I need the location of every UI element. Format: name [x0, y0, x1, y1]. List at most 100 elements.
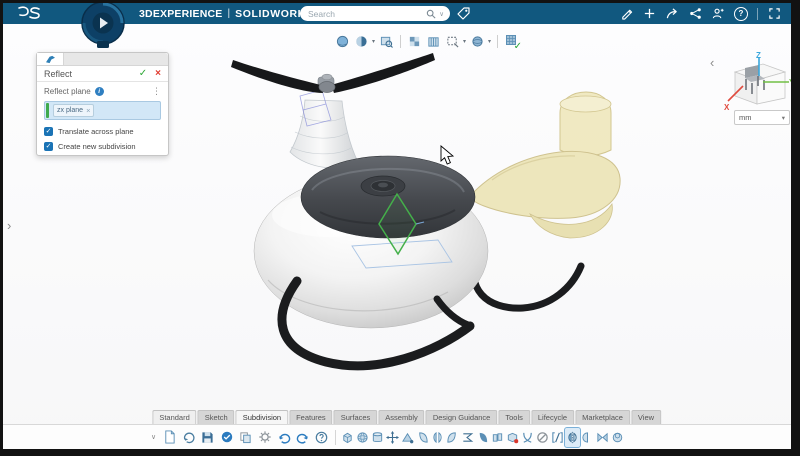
- view-options-caret-icon[interactable]: ▾: [488, 38, 491, 45]
- shaded-view-icon[interactable]: [335, 34, 350, 49]
- bend-body-icon[interactable]: [520, 428, 535, 447]
- share-nodes-icon[interactable]: [688, 7, 702, 21]
- new-content-icon[interactable]: [160, 428, 179, 447]
- search-scope-caret-icon[interactable]: ∨: [439, 10, 444, 18]
- bridge-faces-icon[interactable]: [490, 428, 505, 447]
- more-options-icon[interactable]: ⋮: [152, 86, 161, 97]
- primitive-sphere-icon[interactable]: [355, 428, 370, 447]
- help-icon[interactable]: ?: [734, 7, 748, 21]
- view-cube[interactable]: Z Y X: [723, 52, 791, 116]
- reflect-tool-tab[interactable]: [37, 53, 64, 65]
- symmetrize-icon[interactable]: [595, 428, 610, 447]
- action-bar-expander-icon[interactable]: ∨: [151, 433, 156, 441]
- mouse-cursor: [441, 146, 453, 164]
- action-bar-tabs: Standard Sketch Subdivision Features Sur…: [152, 410, 662, 424]
- show-hide-icon[interactable]: [407, 34, 422, 49]
- search-input[interactable]: [300, 9, 426, 19]
- confirm-icon[interactable]: ✓: [139, 68, 147, 79]
- save-icon[interactable]: [198, 428, 217, 447]
- reflect-tool-icon: [45, 55, 56, 64]
- tab-design-guidance[interactable]: Design Guidance: [426, 410, 498, 424]
- share-arrow-icon[interactable]: [665, 7, 679, 21]
- swym-community-icon[interactable]: [711, 7, 725, 21]
- split-symmetry-icon[interactable]: [550, 428, 565, 447]
- topbar-divider: [757, 8, 758, 20]
- reflect-panel-header: Reflect ✓ ×: [37, 66, 168, 82]
- checkbox-checked-icon[interactable]: ✓: [44, 142, 53, 151]
- fullscreen-icon[interactable]: [767, 7, 781, 21]
- save-with-options-icon[interactable]: [217, 428, 236, 447]
- tags-icon[interactable]: [456, 6, 471, 21]
- app-window: 3DEXPERIENCE | SOLIDWORKS 3D Sculptor ∨ …: [0, 0, 800, 456]
- tab-tools[interactable]: Tools: [498, 410, 530, 424]
- 3d-viewport[interactable]: ▾ ▾ ▾ ✓: [3, 24, 791, 449]
- add-icon[interactable]: [642, 7, 656, 21]
- drone-neck: [290, 90, 358, 168]
- panel-title: Reflect: [44, 69, 72, 79]
- units-value: mm: [739, 113, 752, 122]
- action-bar-divider: [335, 430, 336, 445]
- checkbox-checked-icon[interactable]: ✓: [44, 127, 53, 136]
- reflect-plane-label: Reflect plane: [44, 87, 91, 96]
- fill-face-icon[interactable]: [475, 428, 490, 447]
- axis-x-label: X: [724, 103, 730, 112]
- active-selection-bar: [46, 103, 49, 118]
- crease-edge-icon[interactable]: [415, 428, 430, 447]
- reflect-icon[interactable]: [565, 428, 580, 447]
- half-symmetry-icon[interactable]: [580, 428, 595, 447]
- search-icon[interactable]: [426, 9, 436, 19]
- annotate-pen-icon[interactable]: [619, 7, 633, 21]
- axis-y-label: Y: [789, 78, 791, 87]
- zoom-area-icon[interactable]: [379, 34, 394, 49]
- 3d-compass[interactable]: [77, 3, 129, 49]
- redo-icon[interactable]: [293, 428, 312, 447]
- copy-icon[interactable]: [236, 428, 255, 447]
- tab-assembly[interactable]: Assembly: [378, 410, 425, 424]
- units-dropdown[interactable]: mm ▾: [734, 110, 790, 125]
- selection-filter-caret-icon[interactable]: ▾: [463, 38, 466, 45]
- primitive-cylinder-icon[interactable]: [370, 428, 385, 447]
- reflect-plane-input[interactable]: zx plane ×: [44, 101, 161, 120]
- reflect-panel-tabstrip: [37, 53, 168, 66]
- option-translate-across-plane[interactable]: ✓ Translate across plane: [37, 125, 168, 140]
- finish-subdivision-icon[interactable]: ✓: [504, 34, 519, 49]
- selection-filter-icon[interactable]: [445, 34, 460, 49]
- open-icon[interactable]: [179, 428, 198, 447]
- mirror-faces-icon[interactable]: [430, 428, 445, 447]
- tab-standard[interactable]: Standard: [152, 410, 196, 424]
- tab-marketplace[interactable]: Marketplace: [575, 410, 630, 424]
- option-create-new-subdivision[interactable]: ✓ Create new subdivision: [37, 140, 168, 155]
- chip-remove-icon[interactable]: ×: [86, 106, 90, 115]
- settings-icon[interactable]: [255, 428, 274, 447]
- tab-view[interactable]: View: [631, 410, 661, 424]
- extrude-face-icon[interactable]: [445, 428, 460, 447]
- axis-z-label: Z: [756, 52, 761, 60]
- tab-surfaces[interactable]: Surfaces: [334, 410, 378, 424]
- help-icon[interactable]: [312, 428, 331, 447]
- insert-loop-icon[interactable]: [460, 428, 475, 447]
- tab-sketch[interactable]: Sketch: [198, 410, 235, 424]
- move-element-icon[interactable]: [385, 428, 400, 447]
- tab-subdivision[interactable]: Subdivision: [236, 410, 288, 424]
- plane-selection-chip[interactable]: zx plane ×: [53, 104, 94, 117]
- view-options-icon[interactable]: [470, 34, 485, 49]
- tab-features[interactable]: Features: [289, 410, 333, 424]
- scale-element-icon[interactable]: [400, 428, 415, 447]
- option-label: Translate across plane: [58, 127, 134, 136]
- convert-to-brep-icon[interactable]: [610, 428, 625, 447]
- display-style-icon[interactable]: [354, 34, 369, 49]
- remove-symmetry-icon[interactable]: [535, 428, 550, 447]
- right-panel-collapser-icon[interactable]: ‹: [710, 56, 714, 69]
- brand-name: 3DEXPERIENCE: [139, 8, 223, 20]
- left-panel-expander-icon[interactable]: ›: [7, 219, 11, 232]
- primitive-box-icon[interactable]: [340, 428, 355, 447]
- global-search[interactable]: ∨: [300, 6, 450, 21]
- undo-icon[interactable]: [274, 428, 293, 447]
- delete-face-icon[interactable]: [505, 428, 520, 447]
- cancel-icon[interactable]: ×: [155, 68, 161, 79]
- tab-lifecycle[interactable]: Lifecycle: [531, 410, 574, 424]
- chip-label: zx plane: [57, 107, 83, 114]
- reflect-panel: Reflect ✓ × Reflect plane i ⋮ zx plane ×…: [36, 52, 169, 156]
- display-style-caret-icon[interactable]: ▾: [372, 38, 375, 45]
- section-view-icon[interactable]: [426, 34, 441, 49]
